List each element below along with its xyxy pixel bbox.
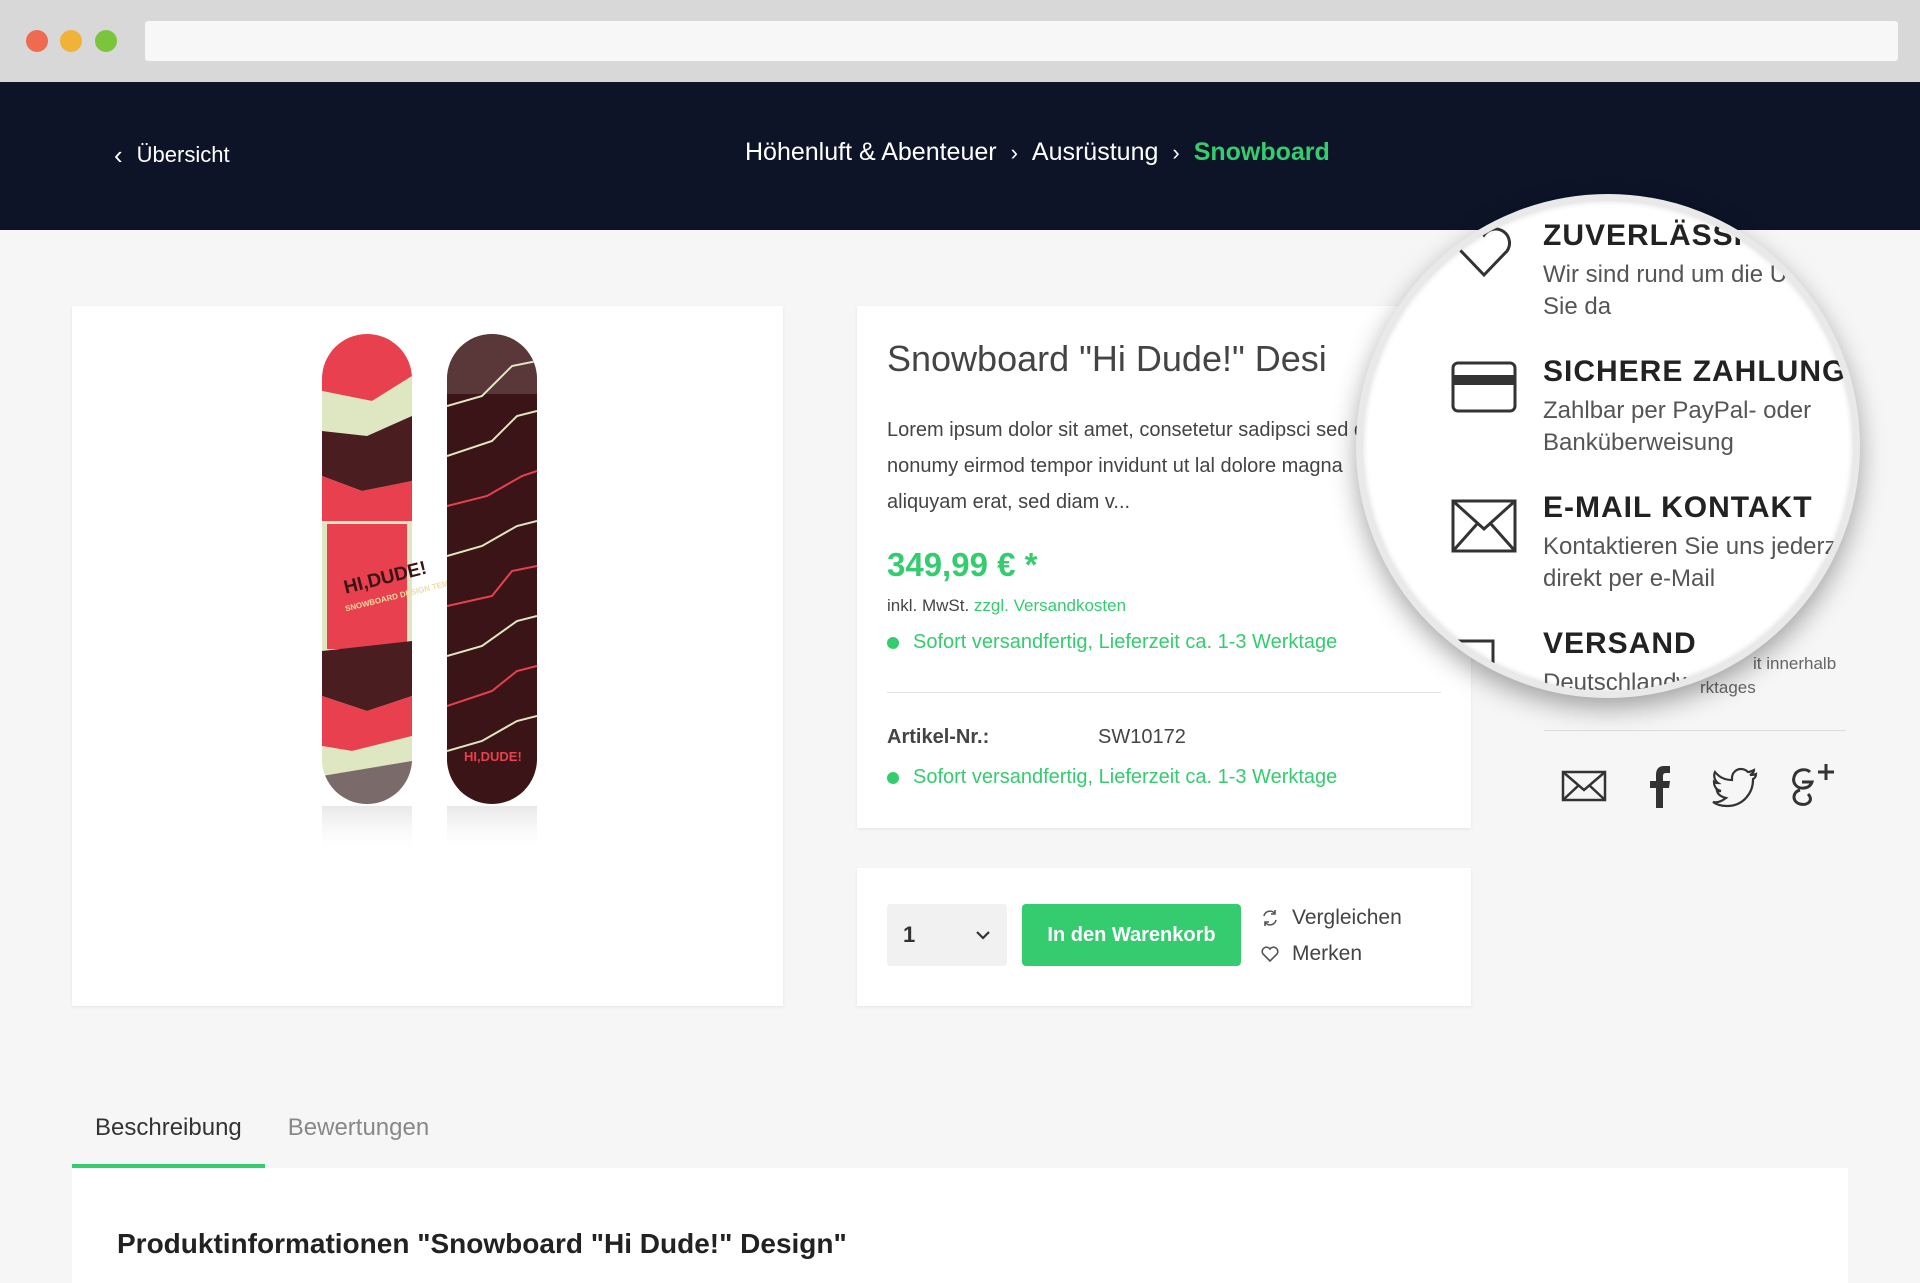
article-number-value: SW10172 [1098, 726, 1186, 748]
trust-item-shipping: VERSAND Deutschlandwe [1543, 627, 1708, 696]
back-to-overview-link[interactable]: ‹ Übersicht [114, 142, 230, 168]
article-number-label: Artikel-Nr.: [887, 726, 990, 748]
credit-card-icon [1451, 361, 1517, 413]
social-share-bar [1560, 762, 1836, 810]
compare-label: Vergleichen [1292, 906, 1402, 929]
divider [1544, 730, 1846, 731]
mail-icon[interactable] [1560, 762, 1608, 810]
close-window-button[interactable] [26, 30, 48, 52]
delivery-status: Sofort versandfertig, Lieferzeit ca. 1-3… [887, 631, 1337, 654]
remember-link[interactable]: Merken [1260, 942, 1362, 966]
trust-text: Sie da [1543, 293, 1612, 320]
maximize-window-button[interactable] [95, 30, 117, 52]
trust-text: direkt per e-Mail [1543, 565, 1716, 592]
minimize-window-button[interactable] [60, 30, 82, 52]
trust-item-email-contact: E-MAIL KONTAKT Kontaktieren Sie uns jede… [1543, 491, 1837, 595]
trust-text: Zahlbar per PayPal- oder [1543, 397, 1812, 424]
shipping-costs-link[interactable]: zzgl. Versandkosten [974, 596, 1126, 615]
tab-reviews[interactable]: Bewertungen [265, 1100, 452, 1168]
back-link-label: Übersicht [136, 142, 230, 167]
google-plus-icon[interactable] [1788, 762, 1836, 810]
status-dot-icon [887, 636, 899, 649]
trust-title: SICHERE ZAHLUNG [1543, 355, 1847, 388]
trust-text: Banküberweisung [1543, 429, 1734, 456]
board-back-logo: HI,DUDE! [464, 749, 522, 764]
board-reflection [322, 806, 412, 856]
product-info-heading: Produktinformationen "Snowboard "Hi Dude… [117, 1228, 847, 1259]
trust-title: E-MAIL KONTAKT [1543, 491, 1813, 524]
trust-item-reliable: ZUVERLÄSSIG Wir sind rund um die U Sie d… [1543, 219, 1787, 323]
product-tabs: Beschreibung Bewertungen [72, 1100, 452, 1168]
delivery-status-text: Sofort versandfertig, Lieferzeit ca. 1-3… [913, 631, 1338, 653]
product-description: Lorem ipsum dolor sit amet, consetetur s… [887, 419, 1398, 513]
snowboard-back [447, 334, 537, 804]
description-panel: Produktinformationen "Snowboard "Hi Dude… [72, 1168, 1848, 1283]
trust-item-secure-payment: SICHERE ZAHLUNG Zahlbar per PayPal- oder… [1543, 355, 1846, 459]
box-icon [1451, 639, 1495, 691]
heart-icon [1456, 227, 1512, 278]
trust-text: Wir sind rund um die U [1543, 261, 1788, 288]
product-price: 349,99 € * [887, 546, 1038, 583]
breadcrumb-item-current[interactable]: Snowboard [1194, 138, 1330, 167]
tax-note: inkl. MwSt. zzgl. Versandkosten [887, 596, 1126, 616]
add-to-cart-button[interactable]: In den Warenkorb [1022, 904, 1241, 966]
chevron-right-icon: › [1010, 139, 1018, 165]
chevron-left-icon: ‹ [114, 140, 123, 170]
trust-title: VERSAND [1543, 627, 1697, 660]
product-title: Snowboard "Hi Dude!" Desi [887, 338, 1327, 379]
product-image-box[interactable]: HI,DUDE! SNOWBOARD DESIGN TEMPLATE HI,DU… [72, 306, 783, 1006]
product-image: HI,DUDE! SNOWBOARD DESIGN TEMPLATE HI,DU… [322, 334, 537, 856]
buy-box: 1 In den Warenkorb Vergleichen Merken [857, 868, 1471, 1006]
breadcrumb: Höhenluft & Abenteuer › Ausrüstung › Sno… [745, 138, 1330, 167]
remember-label: Merken [1292, 942, 1363, 965]
heart-icon [1261, 946, 1279, 963]
quantity-value: 1 [903, 922, 916, 947]
board-reflection [447, 806, 537, 856]
address-bar[interactable] [145, 21, 1898, 61]
chevron-down-icon [976, 931, 990, 940]
trust-text: Deutschlandwe [1543, 669, 1708, 696]
status-dot-icon [887, 771, 899, 784]
compare-link[interactable]: Vergleichen [1260, 906, 1402, 930]
browser-chrome [0, 0, 1920, 82]
refresh-icon [1263, 910, 1277, 926]
facebook-icon[interactable] [1636, 762, 1684, 810]
breadcrumb-item-equipment[interactable]: Ausrüstung [1032, 138, 1158, 167]
twitter-icon[interactable] [1712, 762, 1760, 810]
shipping-text-fragment: rktages [1700, 678, 1756, 697]
breadcrumb-item-category[interactable]: Höhenluft & Abenteuer [745, 138, 997, 167]
divider [887, 692, 1441, 693]
chevron-right-icon: › [1172, 139, 1180, 165]
tax-note-text: inkl. MwSt. [887, 596, 970, 615]
tab-description[interactable]: Beschreibung [72, 1100, 265, 1168]
mail-icon [1451, 499, 1517, 553]
trust-text: Kontaktieren Sie uns jederz [1543, 533, 1837, 560]
quantity-select[interactable]: 1 [887, 904, 1007, 966]
shipping-text-fragment: it innerhalb [1753, 654, 1837, 673]
magnifier-lens: ZUVERLÄSSIG Wir sind rund um die U Sie d… [1356, 194, 1860, 698]
delivery-status-text: Sofort versandfertig, Lieferzeit ca. 1-3… [913, 766, 1338, 788]
delivery-status-secondary: Sofort versandfertig, Lieferzeit ca. 1-3… [887, 766, 1337, 789]
trust-title: ZUVERLÄSSIG [1543, 219, 1768, 252]
